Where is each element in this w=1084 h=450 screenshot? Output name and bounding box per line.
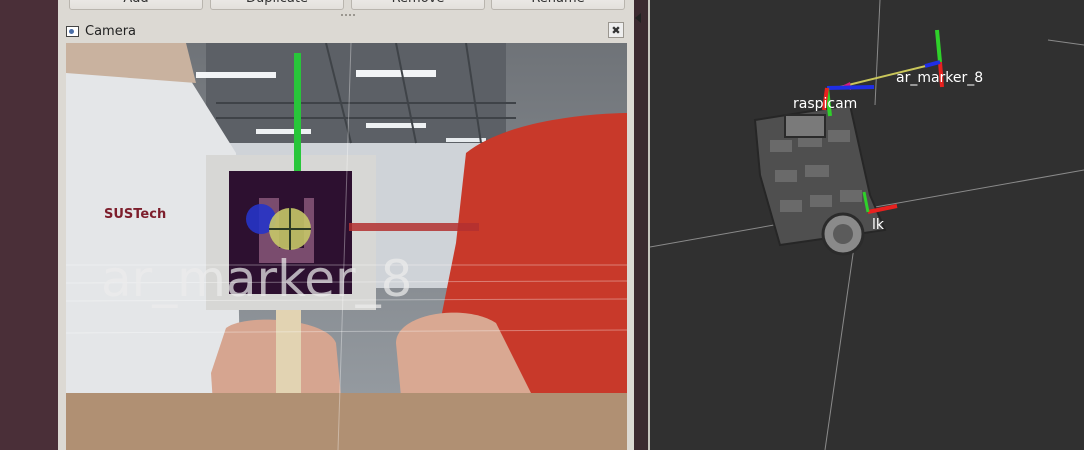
camera-image-view[interactable]: SUSTech ar_marker_8 [66,43,627,450]
frame-label-base-link: lk [872,217,885,233]
3d-scene: ar_marker_8 raspicam lk [650,0,1084,450]
camera-panel-header: Camera ✖ [66,20,626,42]
splitter-grip[interactable] [341,14,355,18]
x-axis-projection [349,223,479,231]
ceiling-light [356,70,436,77]
display-toolbar: Add Duplicate Remove Rename [58,0,634,12]
desk [66,393,627,450]
duplicate-button[interactable]: Duplicate [210,0,344,10]
camera-icon [66,25,79,37]
ceiling [206,43,506,143]
shirt-logo: SUSTech [104,207,166,222]
left-desktop-strip [0,0,67,450]
3d-viewport[interactable]: ar_marker_8 raspicam lk [650,0,1084,450]
camera-image: SUSTech ar_marker_8 [66,43,627,450]
close-icon[interactable]: ✖ [608,22,624,38]
camera-panel-title: Camera [85,23,137,39]
frame-label-raspicam: raspicam [793,96,857,112]
collapse-arrow-icon[interactable] [635,13,641,23]
frame-label-ar-marker-8: ar_marker_8 [896,70,983,86]
ceiling-light [366,123,426,128]
remove-button[interactable]: Remove [351,0,485,10]
robot-model [753,103,887,256]
ceiling-light [256,129,311,134]
displays-panel: Add Duplicate Remove Rename Camera ✖ [58,0,634,450]
y-axis-projection [294,53,301,171]
rename-button[interactable]: Rename [491,0,625,10]
ceiling-light [196,72,276,78]
marker-overlay-label: ar_marker_8 [101,250,412,308]
add-button[interactable]: Add [69,0,203,10]
